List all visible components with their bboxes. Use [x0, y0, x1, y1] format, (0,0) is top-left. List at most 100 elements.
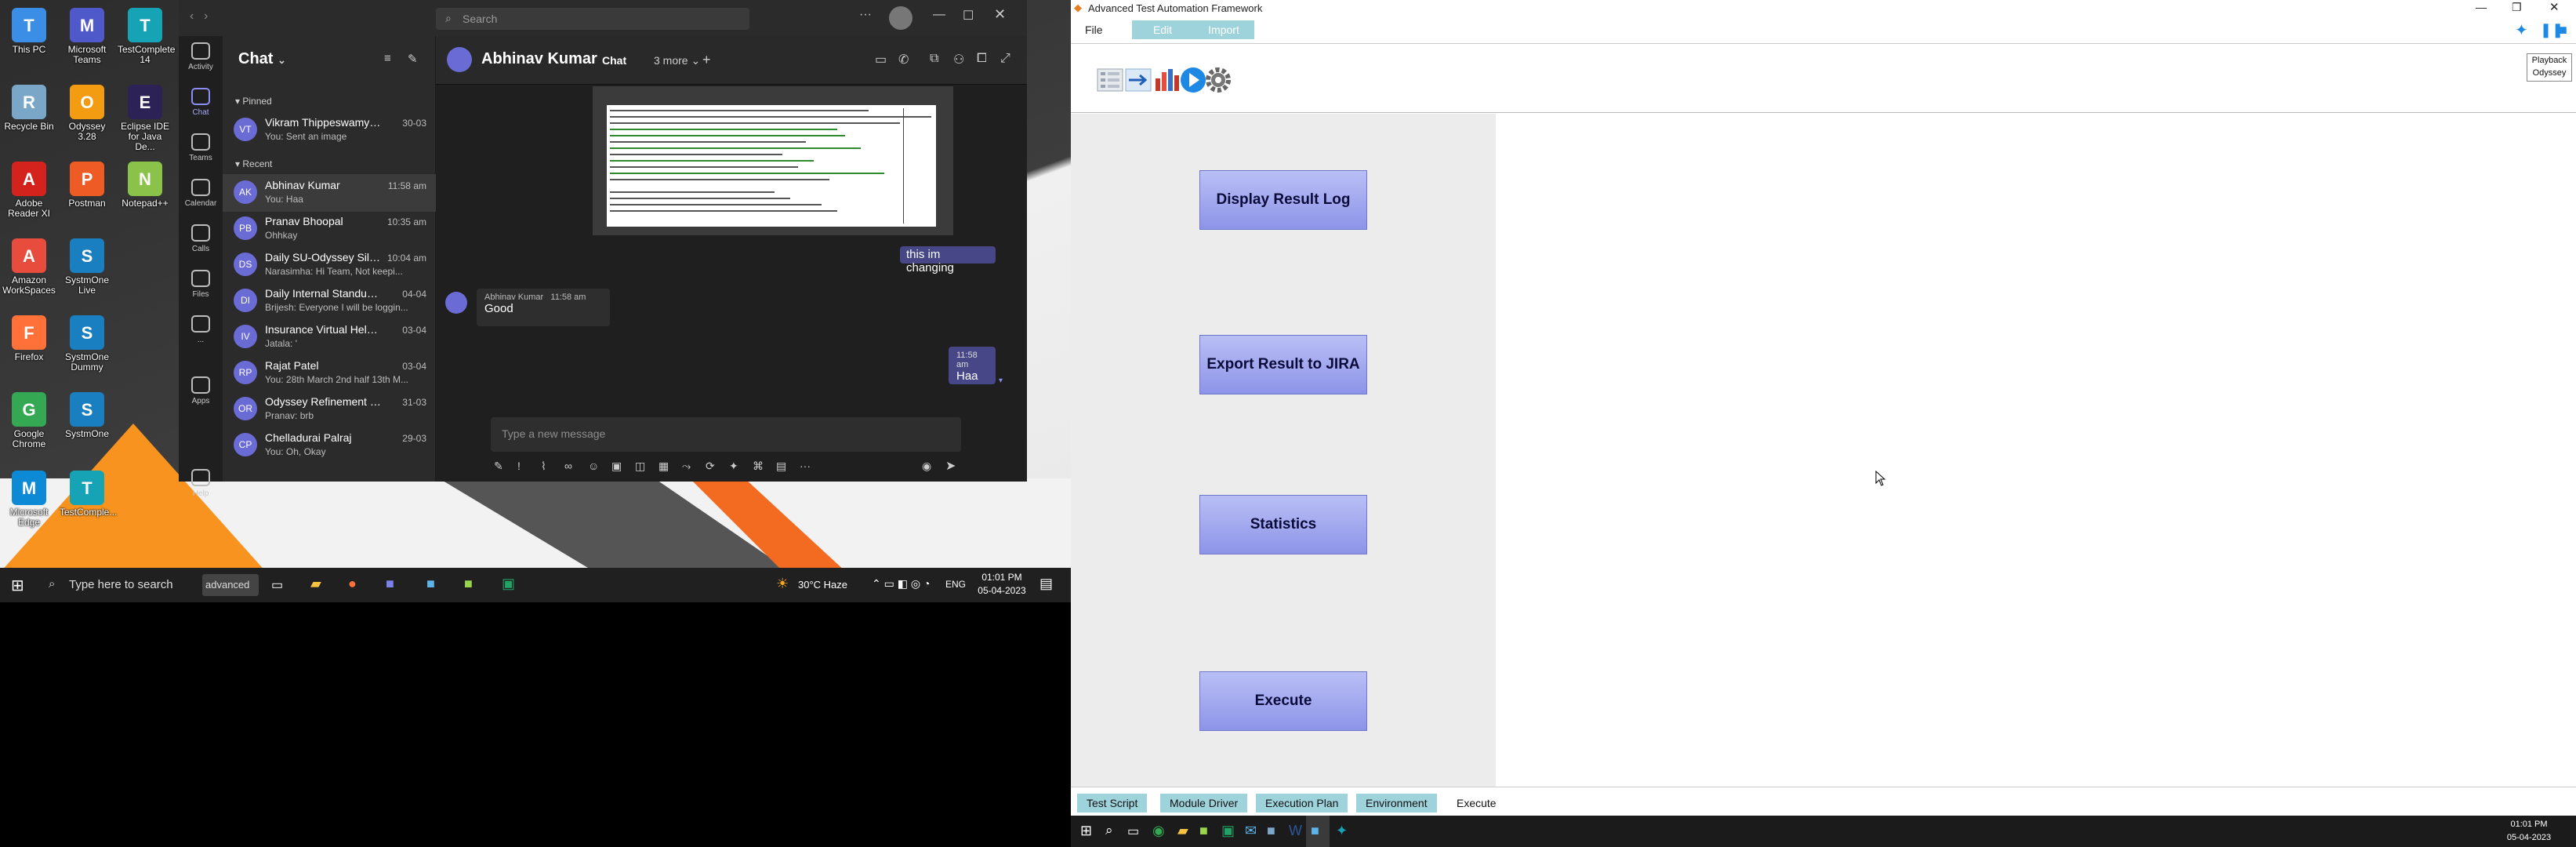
taskbar-app-advanced[interactable]: advanced	[202, 574, 259, 596]
chat-list-item[interactable]: IV Insurance Virtual Helpde... Jatala: ' 03…	[223, 318, 436, 356]
search-icon[interactable]: ⌕	[1105, 823, 1113, 838]
export-result-jira-button[interactable]: Export Result to JIRA	[1199, 335, 1367, 394]
rail-item-[interactable]: ...	[179, 309, 223, 354]
chevron-down-icon[interactable]: ⌄	[278, 54, 286, 66]
chat-list-item[interactable]: DS Daily SU-Odyssey Silver Narasimha: Hi T…	[223, 246, 436, 284]
rail-item-calendar[interactable]: Calendar	[179, 173, 223, 218]
sticker-icon[interactable]: ◫	[635, 460, 645, 473]
rail-item-calls[interactable]: Calls	[179, 218, 223, 264]
task-view-icon[interactable]: ▭	[271, 577, 283, 593]
message-incoming[interactable]: Abhinav Kumar 11:58 am Good	[477, 289, 610, 326]
minimize-icon[interactable]: —	[2476, 1, 2487, 13]
desktop-icon[interactable]: O Odyssey 3.28	[60, 82, 114, 144]
maximize-icon[interactable]: ☐	[963, 8, 974, 24]
desktop-icon[interactable]: F Firefox	[2, 312, 56, 375]
expand-icon[interactable]: ⤢	[1000, 52, 1010, 66]
desktop-icon[interactable]: N Notepad++	[118, 158, 172, 221]
snipping-icon[interactable]: ■	[426, 576, 435, 592]
chat-list-item[interactable]: VT Vikram Thippeswamy (Yo... You: Sent an …	[223, 111, 436, 149]
message-outgoing[interactable]: 11:58 am Haa	[949, 347, 996, 384]
loop-icon[interactable]: ∞	[564, 460, 572, 472]
weather-text[interactable]: 30°C Haze	[798, 579, 847, 591]
praise-icon[interactable]: ✦	[729, 460, 738, 473]
teams-search-input[interactable]: ⌕ Search	[436, 8, 749, 30]
statistics-button[interactable]: Statistics	[1199, 495, 1367, 554]
more-options-icon[interactable]: ···	[800, 460, 811, 472]
close-icon[interactable]: ✕	[2549, 0, 2560, 14]
rail-item-chat[interactable]: Chat	[179, 82, 223, 127]
task-view-icon[interactable]: ▭	[1127, 823, 1139, 839]
lists-icon[interactable]: ▤	[776, 460, 786, 473]
taskbar-clock[interactable]: 01:01 PM 05-04-2023	[971, 571, 1033, 598]
app-icon[interactable]: ■	[1267, 823, 1275, 839]
tab-chat[interactable]: Chat	[602, 54, 626, 67]
desktop-icon[interactable]: T TestComple...	[60, 467, 117, 530]
file-explorer-icon[interactable]: ▰	[310, 576, 321, 592]
profile-avatar[interactable]	[889, 6, 912, 30]
desktop-icon[interactable]: G Google Chrome	[2, 389, 56, 452]
record-icon[interactable]: ◉	[922, 460, 931, 473]
mail-icon[interactable]: ✉	[1245, 823, 1257, 839]
forward-arrow-icon[interactable]: ›	[204, 9, 208, 24]
teams-icon[interactable]: ■	[386, 576, 394, 592]
chat-list-item[interactable]: RP Rajat Patel You: 28th March 2nd half 13…	[223, 354, 436, 392]
firefox-icon[interactable]: ●	[348, 576, 357, 592]
notepadpp-icon[interactable]: ■	[1199, 823, 1208, 839]
arrow-right-icon[interactable]	[1123, 64, 1154, 96]
gear-icon[interactable]	[1203, 64, 1234, 96]
rail-item-activity[interactable]: Activity	[179, 36, 223, 82]
priority-icon[interactable]: !	[517, 460, 521, 472]
menu-edit[interactable]: Edit	[1132, 20, 1193, 39]
video-call-icon[interactable]: ▭	[875, 52, 887, 67]
desktop-icon[interactable]: S SystmOne Dummy	[60, 312, 114, 375]
send-icon[interactable]: ➤	[945, 458, 956, 474]
tray-icons[interactable]: ⌃ ▭ ◧ ◎ ◔	[872, 577, 930, 591]
windows-start-icon[interactable]: ⊞	[1080, 823, 1092, 839]
filter-icon[interactable]: ≡	[384, 52, 391, 65]
desktop-icon[interactable]: A Amazon WorkSpaces	[2, 235, 56, 298]
minimize-icon[interactable]: —	[933, 8, 945, 22]
taskbar-clock[interactable]: 01:01 PM 05-04-2023	[2498, 818, 2560, 845]
tab-execute[interactable]: Execute	[1447, 794, 1506, 812]
gif-icon[interactable]: ▣	[611, 460, 622, 473]
desktop-icon[interactable]: M Microsoft Edge	[2, 467, 56, 530]
chat-list-item[interactable]: PB Pranav Bhoopal Ohhkay 10:35 am	[223, 210, 436, 248]
back-arrow-icon[interactable]: ‹	[190, 9, 194, 24]
notification-icon[interactable]: ▤	[1039, 576, 1053, 592]
emoji-icon[interactable]: ☺	[588, 460, 599, 472]
more-options-icon[interactable]: ···	[859, 8, 872, 22]
rail-item-apps[interactable]: Apps	[179, 370, 223, 416]
menu-file[interactable]: File	[1074, 20, 1114, 39]
taskbar-search-input[interactable]: ⌕ Type here to search	[38, 568, 194, 602]
schedule-icon[interactable]: ▦	[659, 460, 669, 473]
desktop-icon[interactable]: T TestComplete 14	[118, 5, 175, 67]
language-indicator[interactable]: ENG	[945, 579, 966, 590]
playback-logo-icon[interactable]: ✦	[2515, 20, 2528, 40]
excel-icon[interactable]: ▣	[502, 576, 515, 592]
desktop-icon[interactable]: S SystmOne Live	[60, 235, 114, 298]
rail-item-help[interactable]: Help	[179, 463, 223, 508]
compose-box[interactable]: Type a new message	[491, 417, 961, 452]
stop-icon[interactable]: ■	[2559, 22, 2567, 38]
restore-icon[interactable]: ❐	[2512, 1, 2522, 14]
chat-list-item[interactable]: CP Chelladurai Palraj You: Oh, Okay 29-03	[223, 427, 436, 464]
tab-test-script[interactable]: Test Script	[1077, 794, 1148, 812]
desktop-icon[interactable]: T This PC	[2, 5, 56, 67]
file-explorer-icon[interactable]: ▰	[1177, 823, 1188, 839]
add-tab-icon[interactable]: +	[702, 52, 711, 68]
desktop-icon[interactable]: R Recycle Bin	[2, 82, 56, 144]
chat-list-item[interactable]: DI Daily Internal Standup - ... Brijesh: E…	[223, 282, 436, 320]
execute-button[interactable]: Execute	[1199, 671, 1367, 731]
tab-execution-plan[interactable]: Execution Plan	[1256, 794, 1348, 812]
scroll-down-icon[interactable]: ▾	[999, 376, 1003, 385]
desktop-icon[interactable]: A Adobe Reader XI	[2, 158, 56, 221]
shared-image[interactable]	[593, 86, 953, 235]
word-icon[interactable]: W	[1289, 823, 1302, 839]
taskbar-active-app[interactable]: ■	[1306, 816, 1330, 847]
attach-icon[interactable]: ⌇	[541, 460, 546, 473]
notepadpp-icon[interactable]: ■	[464, 576, 473, 592]
rail-item-teams[interactable]: Teams	[179, 127, 223, 173]
message-outgoing[interactable]: this im changing	[900, 246, 996, 274]
send-later-icon[interactable]: ⤳	[682, 460, 691, 473]
windows-start-icon[interactable]: ⊞	[11, 576, 24, 595]
